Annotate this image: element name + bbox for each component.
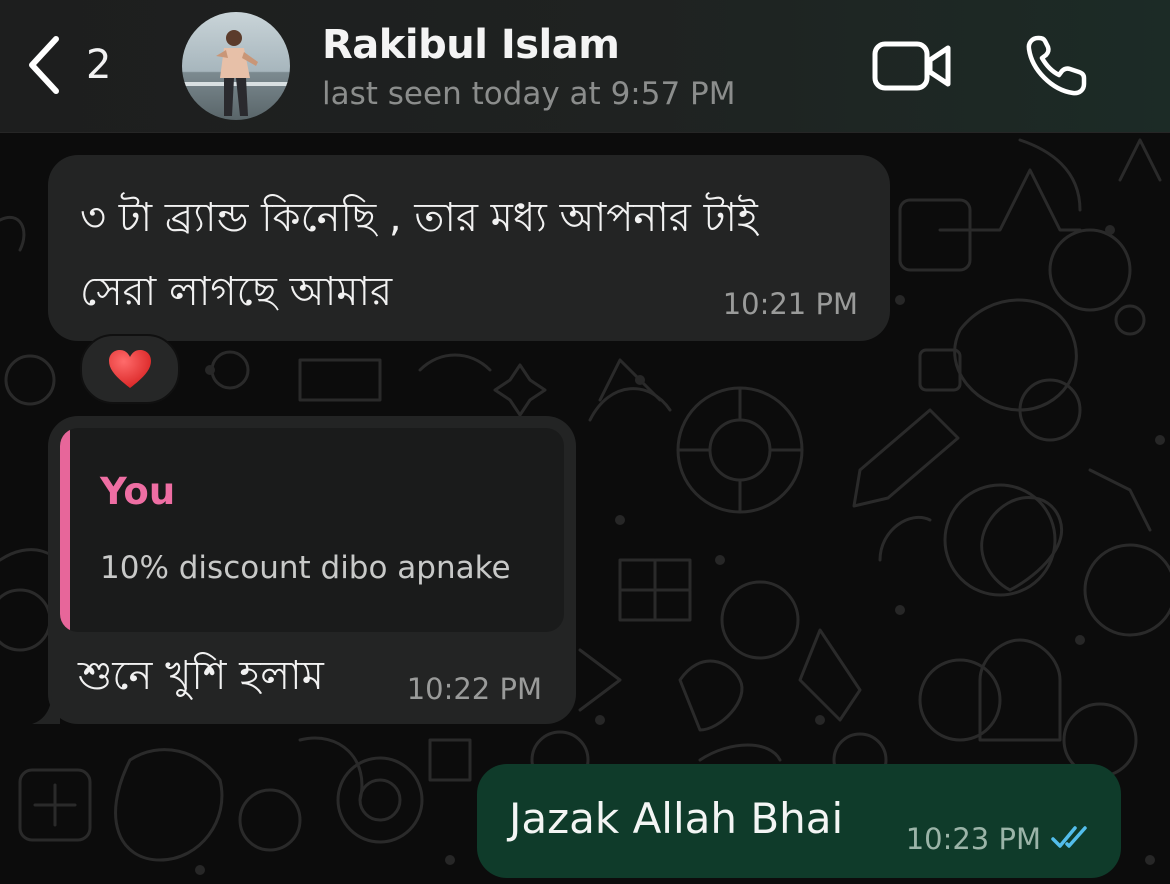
avatar-photo xyxy=(182,12,290,120)
reaction-badge[interactable] xyxy=(80,334,180,404)
avatar[interactable] xyxy=(182,12,290,120)
message-bubble-incoming[interactable]: You 10% discount dibo apnake শুনে খুশি হ… xyxy=(48,416,576,724)
quote-text: 10% discount dibo apnake xyxy=(100,550,511,586)
video-camera-icon xyxy=(872,41,951,91)
message-bubble-incoming[interactable]: ৩ টা ব্র্যান্ড কিনেছি , তার মধ্য আপনার ট… xyxy=(48,155,890,341)
heart-icon xyxy=(109,350,151,388)
last-seen-status: last seen today at 9:57 PM xyxy=(322,76,736,112)
video-call-button[interactable] xyxy=(872,40,952,97)
message-text: Jazak Allah Bhai xyxy=(509,794,844,843)
unread-count: 2 xyxy=(86,42,112,88)
bubble-tail xyxy=(32,690,60,724)
quoted-message[interactable]: You 10% discount dibo apnake xyxy=(60,428,564,632)
message-time: 10:22 PM xyxy=(406,672,542,706)
quote-accent-bar xyxy=(60,428,70,632)
back-button[interactable]: 2 xyxy=(24,30,111,100)
message-line: ৩ টা ব্র্যান্ড কিনেছি , তার মধ্য আপনার ট… xyxy=(80,195,758,241)
message-time: 10:21 PM xyxy=(722,287,858,321)
phone-icon xyxy=(1026,35,1087,96)
quote-author: You xyxy=(100,470,176,513)
voice-call-button[interactable] xyxy=(1024,34,1088,103)
chat-header: 2 Rakibul Islam last seen today at 9:57 … xyxy=(0,0,1170,133)
chevron-left-icon xyxy=(29,36,59,94)
double-check-icon xyxy=(1051,826,1087,848)
message-time: 10:23 PM xyxy=(905,822,1041,856)
contact-name[interactable]: Rakibul Islam xyxy=(322,22,620,68)
message-bubble-outgoing[interactable]: Jazak Allah Bhai 10:23 PM xyxy=(477,764,1121,878)
message-text: শুনে খুশি হলাম xyxy=(78,653,324,699)
